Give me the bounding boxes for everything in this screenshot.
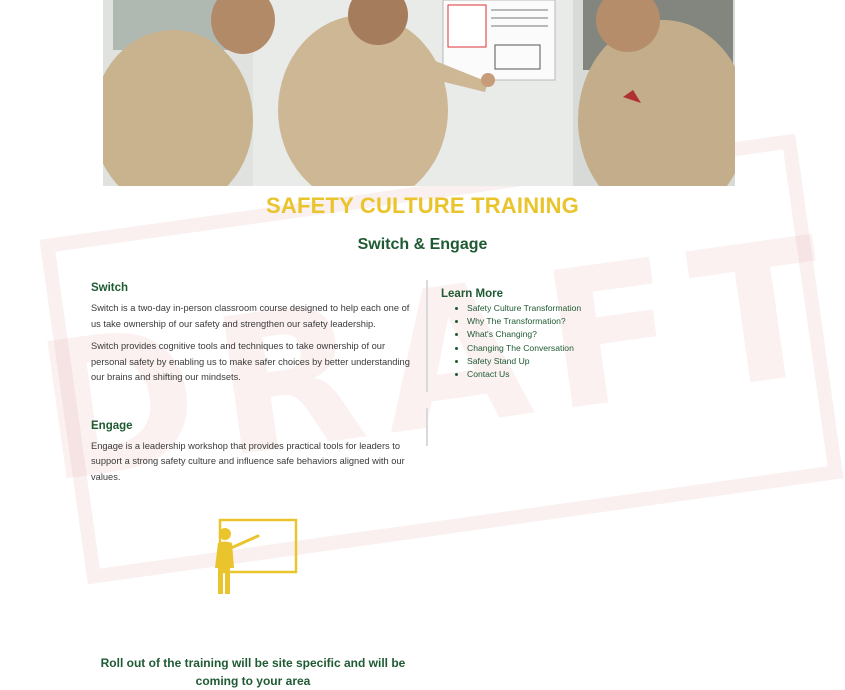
page-subtitle: Switch & Engage bbox=[357, 236, 488, 253]
learn-more-link-why-transformation[interactable]: Why The Transformation? bbox=[467, 316, 566, 326]
switch-heading: Switch bbox=[91, 282, 129, 294]
learn-more-link-changing-conversation[interactable]: Changing The Conversation bbox=[467, 343, 574, 353]
learn-more-link-safety-stand-up[interactable]: Safety Stand Up bbox=[467, 356, 530, 366]
hero-photo bbox=[103, 0, 735, 186]
learn-more-link-whats-changing[interactable]: What's Changing? bbox=[467, 329, 537, 339]
column-divider bbox=[426, 408, 428, 446]
learn-more-heading: Learn More bbox=[441, 288, 503, 300]
column-divider bbox=[426, 280, 428, 392]
learn-more-item: What's Changing? bbox=[467, 328, 581, 341]
learn-more-panel: Learn More Safety Culture Transformation… bbox=[441, 288, 581, 381]
switch-paragraph-2: Switch provides cognitive tools and tech… bbox=[91, 341, 410, 382]
learn-more-item: Safety Culture Transformation bbox=[467, 302, 581, 315]
learn-more-list: Safety Culture Transformation Why The Tr… bbox=[441, 302, 581, 381]
course-descriptions: Switch Switch is a two-day in-person cla… bbox=[91, 282, 416, 485]
engage-paragraph-1: Engage is a leadership workshop that pro… bbox=[91, 440, 405, 482]
learn-more-link-contact-us[interactable]: Contact Us bbox=[467, 369, 510, 379]
rollout-notice: Roll out of the training will be site sp… bbox=[100, 656, 406, 688]
learn-more-item: Contact Us bbox=[467, 368, 581, 381]
learn-more-item: Why The Transformation? bbox=[467, 315, 581, 328]
presenter-whiteboard-icon bbox=[208, 516, 300, 598]
learn-more-item: Safety Stand Up bbox=[467, 355, 581, 368]
learn-more-link-safety-culture-transformation[interactable]: Safety Culture Transformation bbox=[467, 303, 581, 313]
engage-heading: Engage bbox=[91, 419, 133, 432]
learn-more-item: Changing The Conversation bbox=[467, 342, 581, 355]
switch-paragraph-1: Switch is a two-day in-person classroom … bbox=[91, 303, 410, 329]
page-title: SAFETY CULTURE TRAINING bbox=[265, 193, 579, 218]
